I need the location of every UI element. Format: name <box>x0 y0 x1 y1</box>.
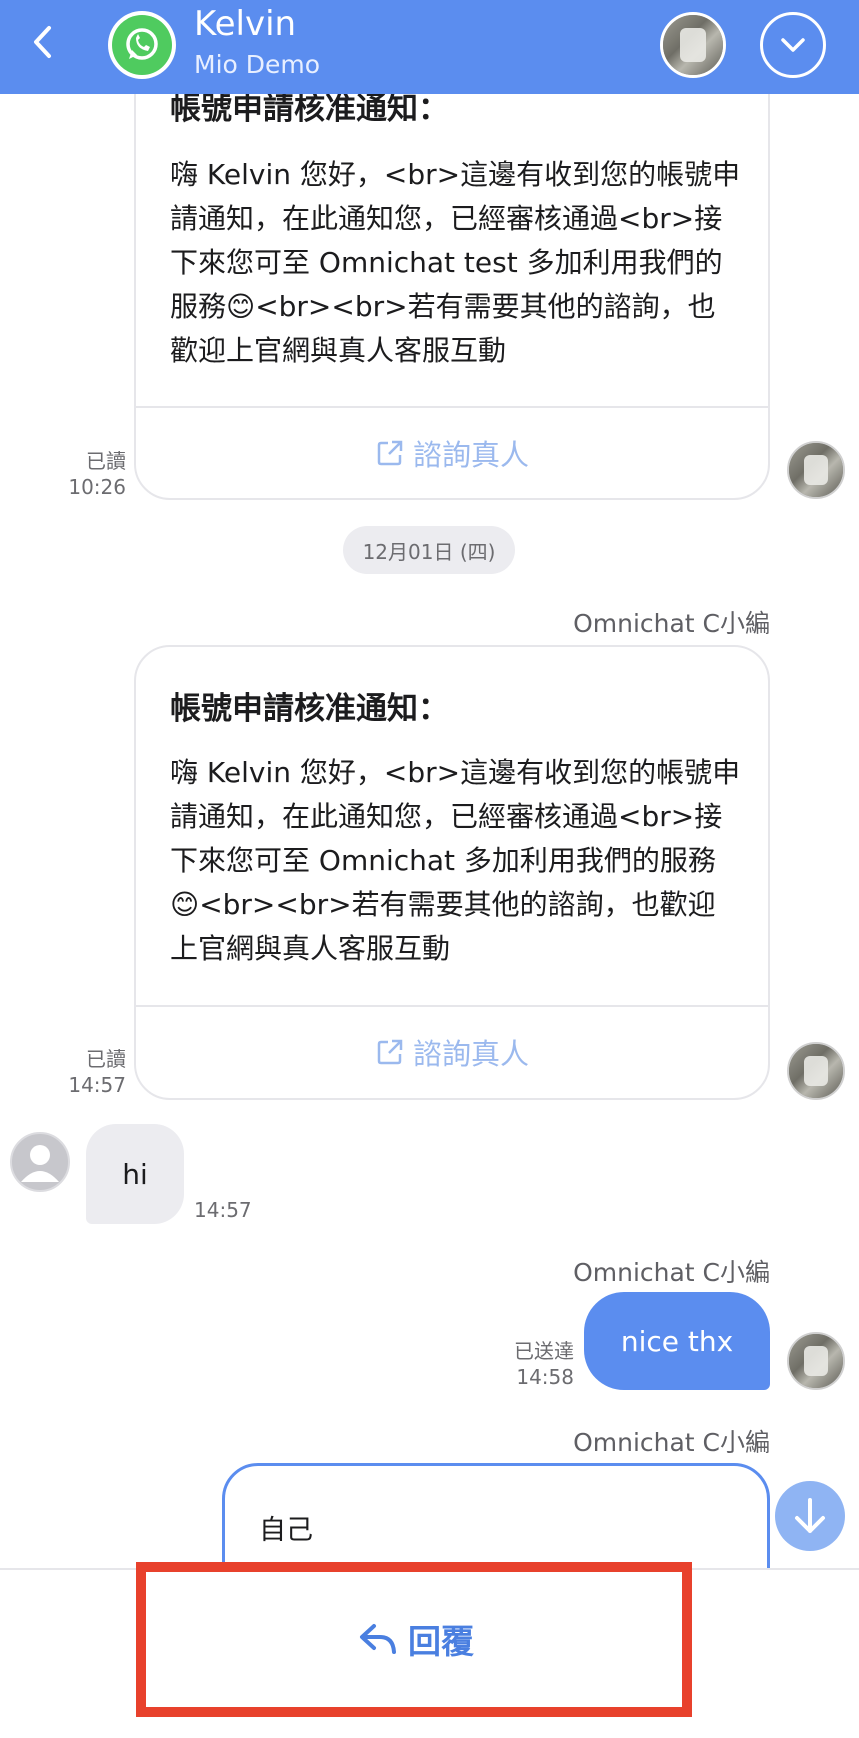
read-status: 已讀 <box>86 449 126 473</box>
message-text: 自己 <box>259 1515 313 1546</box>
message-meta: 已讀 10:26 <box>50 448 126 500</box>
more-options-button[interactable] <box>760 12 826 78</box>
chevron-left-icon <box>34 26 51 58</box>
scroll-to-bottom-button[interactable] <box>775 1481 845 1551</box>
message-meta: 已送達 14:58 <box>478 1338 574 1390</box>
sender-name: Omnichat C小編 <box>573 609 770 638</box>
channel-name: Mio Demo <box>194 50 321 79</box>
incoming-message-bubble: hi <box>86 1124 184 1224</box>
agent-avatar <box>787 441 845 499</box>
outgoing-message-bubble: nice thx <box>584 1292 770 1390</box>
chevron-down-icon <box>781 38 805 52</box>
template-message-card: 帳號申請核准通知： 嗨 Kelvin 您好，<br>這邊有收到您的帳號申請通知，… <box>134 645 770 1100</box>
card-title: 帳號申請核准通知： <box>170 91 449 127</box>
message-time: 14:57 <box>68 1073 126 1097</box>
delivery-status: 已送達 <box>514 1339 574 1363</box>
date-divider: 12月01日 (四) <box>343 526 515 574</box>
card-body: 嗨 Kelvin 您好，<br>這邊有收到您的帳號申請通知，在此通知您，已經審核… <box>170 158 741 367</box>
agent-avatar[interactable] <box>660 12 726 78</box>
reply-button[interactable]: 回覆 <box>140 1566 692 1712</box>
reply-label: 回覆 <box>408 1622 474 1661</box>
card-title: 帳號申請核准通知： <box>170 691 449 727</box>
message-time: 10:26 <box>68 475 126 499</box>
reply-icon <box>360 1624 396 1654</box>
consult-agent-label: 諮詢真人 <box>412 1037 529 1071</box>
consult-agent-button[interactable]: 諮詢真人 <box>136 408 768 498</box>
consult-agent-button[interactable]: 諮詢真人 <box>136 1007 768 1097</box>
message-text: nice thx <box>620 1324 734 1358</box>
agent-avatar <box>787 1332 845 1390</box>
chat-header: Kelvin Mio Demo <box>0 0 859 94</box>
arrow-down-icon <box>795 1498 825 1533</box>
whatsapp-icon <box>108 11 176 79</box>
external-link-icon <box>377 1039 403 1065</box>
message-time: 14:57 <box>194 1198 252 1222</box>
person-icon <box>21 1145 59 1182</box>
back-button[interactable] <box>22 20 62 64</box>
sender-name: Omnichat C小編 <box>573 1428 770 1457</box>
message-time: 14:58 <box>516 1365 574 1389</box>
contact-name: Kelvin <box>194 4 297 44</box>
external-link-icon <box>377 440 403 466</box>
card-body: 嗨 Kelvin 您好，<br>這邊有收到您的帳號申請通知，在此通知您，已經審核… <box>170 756 741 965</box>
sender-name: Omnichat C小編 <box>573 1258 770 1287</box>
agent-avatar <box>787 1042 845 1100</box>
message-meta: 已讀 14:57 <box>50 1046 126 1098</box>
read-status: 已讀 <box>86 1047 126 1071</box>
consult-agent-label: 諮詢真人 <box>412 438 529 472</box>
message-text: hi <box>122 1157 148 1191</box>
template-message-card: 帳號申請核准通知： 嗨 Kelvin 您好，<br>這邊有收到您的帳號申請通知，… <box>134 40 770 500</box>
customer-avatar <box>10 1132 70 1192</box>
